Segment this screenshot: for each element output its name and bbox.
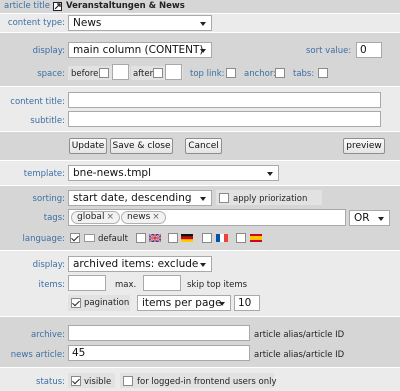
content-title-input[interactable] <box>68 92 381 108</box>
template-label: template: <box>23 169 65 179</box>
tag-chip[interactable]: news × <box>121 211 166 224</box>
skip-top-items-input[interactable] <box>143 275 181 291</box>
chevron-down-icon <box>378 217 384 221</box>
space-after-checkbox[interactable] <box>153 68 163 78</box>
logged-in-checkbox[interactable] <box>123 376 133 386</box>
archive-hint: article alias/article ID <box>254 330 345 340</box>
sorting-select[interactable]: start date, descending <box>68 190 212 206</box>
space-before-input[interactable] <box>112 64 129 80</box>
sorting-label: sorting: <box>32 194 65 204</box>
es-flag-icon <box>250 234 262 242</box>
chevron-down-icon <box>219 302 225 306</box>
update-button[interactable]: Update <box>69 138 107 154</box>
fr-flag-icon <box>216 234 228 242</box>
top-link-label: top link: <box>190 69 225 79</box>
subtitle-label: subtitle: <box>30 116 65 126</box>
language-default-label: default <box>98 234 128 244</box>
sort-value-label: sort value: <box>306 46 352 56</box>
space-before-checkbox[interactable] <box>99 68 109 78</box>
uk-flag-icon <box>148 233 162 243</box>
de-flag-icon <box>181 234 193 242</box>
pagination-mode-select[interactable]: items per page <box>137 295 231 311</box>
archive-label: archive: <box>30 330 65 340</box>
items-max-input[interactable] <box>68 275 106 291</box>
content-title-label: content title: <box>10 97 65 107</box>
language-es-checkbox[interactable] <box>236 233 246 243</box>
edit-icon[interactable] <box>53 2 62 11</box>
anchor-checkbox[interactable] <box>275 68 285 78</box>
preview-button[interactable]: preview <box>343 138 385 154</box>
anchor-label: anchor: <box>244 69 277 79</box>
space-label: space: <box>37 69 65 79</box>
tabs-checkbox[interactable] <box>318 68 328 78</box>
language-default-checkbox[interactable] <box>70 233 80 243</box>
space-before-label: before <box>71 69 99 79</box>
display-archive-label: display: <box>32 260 65 270</box>
chevron-down-icon <box>200 263 206 267</box>
chevron-down-icon <box>267 172 273 176</box>
items-label: items: <box>38 280 66 290</box>
tags-operator-select[interactable]: OR <box>349 210 390 226</box>
close-icon[interactable]: × <box>106 212 114 222</box>
tabs-label: tabs: <box>293 69 315 79</box>
apply-prio-checkbox[interactable] <box>219 193 229 203</box>
chevron-down-icon <box>200 197 206 201</box>
language-de-checkbox[interactable] <box>168 233 178 243</box>
visible-label: visible <box>84 377 112 387</box>
chevron-down-icon <box>200 49 206 53</box>
tag-chip[interactable]: global × <box>71 211 120 224</box>
save-close-button[interactable]: Save & close <box>110 138 173 154</box>
items-max-label: max. <box>115 280 137 290</box>
archive-input[interactable] <box>68 325 250 341</box>
language-label: language: <box>22 234 65 244</box>
subtitle-input[interactable] <box>68 111 381 127</box>
pagination-count-input[interactable]: 10 <box>234 295 260 311</box>
content-type-select[interactable]: News <box>68 15 212 31</box>
pagination-checkbox[interactable] <box>71 298 81 308</box>
news-article-hint: article alias/article ID <box>254 350 345 360</box>
tags-label: tags: <box>43 213 65 223</box>
display-label: display: <box>32 46 65 56</box>
space-after-label: after <box>133 69 154 79</box>
news-article-input[interactable]: 45 <box>68 345 250 361</box>
language-en-checkbox[interactable] <box>136 233 146 243</box>
visible-checkbox[interactable] <box>71 376 81 386</box>
article-title-label: article title <box>4 1 50 11</box>
news-article-label: news article: <box>10 350 65 360</box>
cancel-button[interactable]: Cancel <box>185 138 222 154</box>
content-type-label: content type: <box>7 18 65 28</box>
top-link-checkbox[interactable] <box>226 68 236 78</box>
space-after-input[interactable] <box>165 64 182 80</box>
page-title: Veranstaltungen & News <box>66 1 185 11</box>
globe-icon <box>84 234 95 242</box>
sort-value-input[interactable]: 0 <box>356 42 382 58</box>
close-icon[interactable]: × <box>152 212 160 222</box>
skip-top-items-label: skip top items <box>187 280 248 290</box>
pagination-label: pagination <box>84 298 130 308</box>
language-fr-checkbox[interactable] <box>202 233 212 243</box>
template-select[interactable]: bne-news.tmpl <box>68 165 279 181</box>
chevron-down-icon <box>200 22 206 26</box>
logged-in-label: for logged-in frontend users only <box>137 377 277 387</box>
apply-prio-label: apply priorization <box>233 194 308 204</box>
display-select[interactable]: main column (CONTENT) <box>68 42 212 58</box>
archived-items-select[interactable]: archived items: exclude <box>68 256 212 272</box>
status-label: status: <box>36 377 65 387</box>
